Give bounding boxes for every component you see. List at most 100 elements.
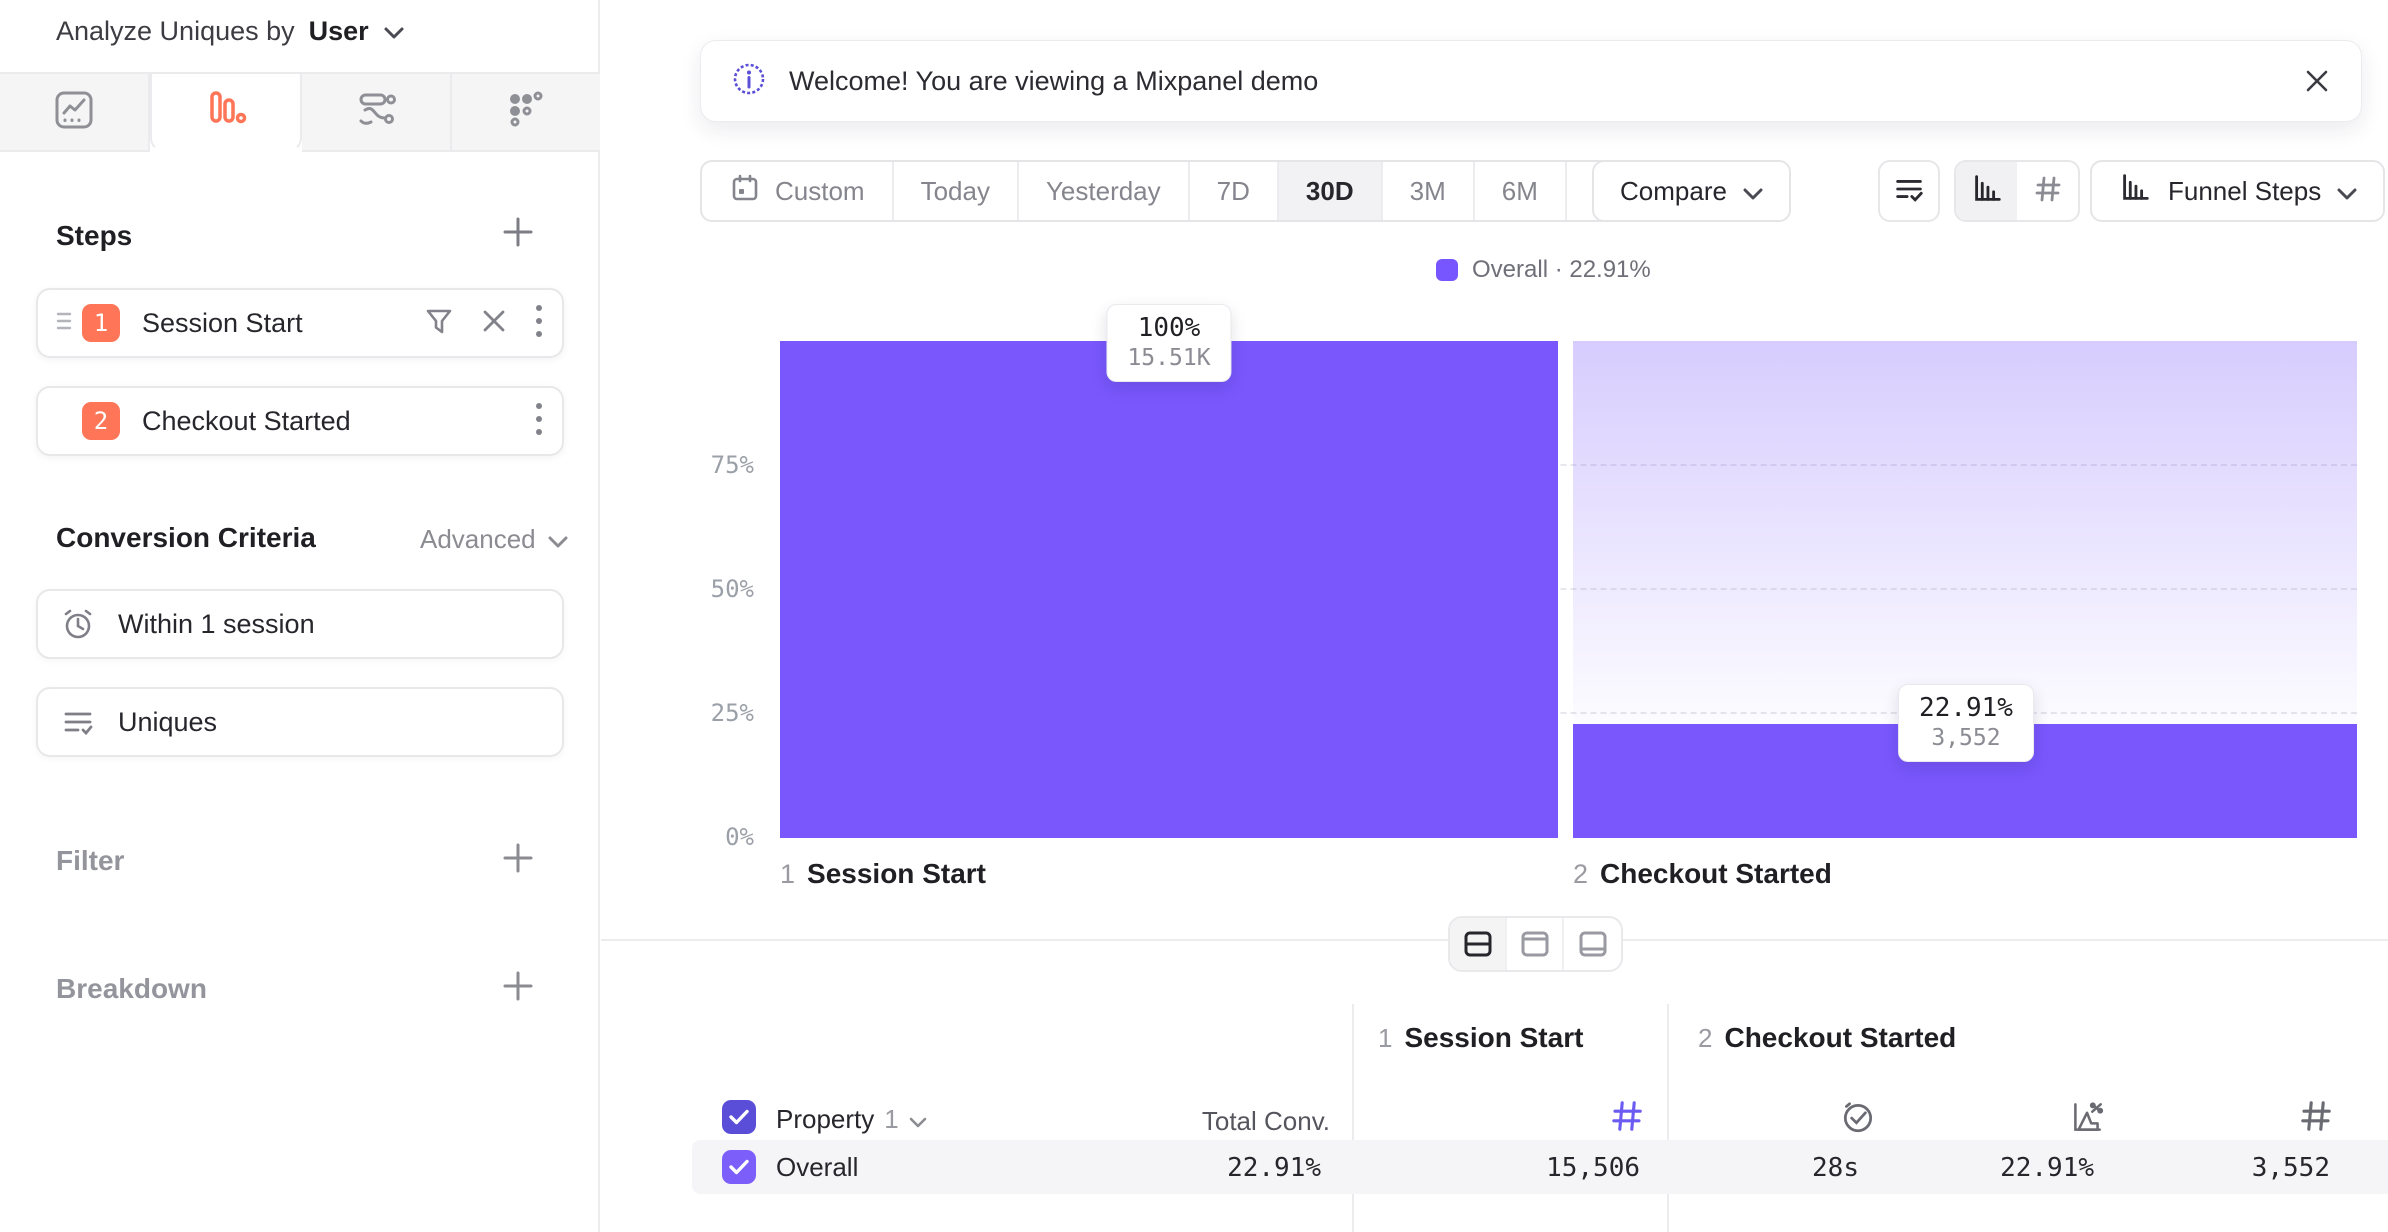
funnel-chart-icon [2118,171,2152,212]
uniques-metric-button[interactable] [1878,160,1940,222]
layout-chart-view[interactable] [1507,918,1564,970]
step-event-name[interactable]: Session Start [142,308,424,339]
y-axis-tick: 25% [694,699,754,727]
list-check-icon [60,704,96,740]
funnel-tooltip-step1: 100% 15.51K [1106,304,1231,382]
toggle-bar-chart[interactable] [1956,162,2017,220]
add-breakdown-button[interactable] [498,966,538,1006]
y-axis-tick: 50% [694,575,754,603]
step-card-2[interactable]: 2 Checkout Started [36,386,564,456]
report-type-tabs [0,72,600,152]
step-name: Checkout Started [1600,858,1832,890]
chevron-down-icon [2337,176,2357,207]
row-checkbox[interactable] [722,1150,756,1184]
table-column-divider [1352,1004,1354,1232]
step-more-options-icon[interactable] [534,401,544,442]
view-label: Funnel Steps [2168,176,2321,207]
tab-flows[interactable] [302,74,452,152]
info-icon [731,61,767,102]
analyze-label: Analyze Uniques by [56,16,295,47]
y-axis-tick: 0% [694,823,754,851]
advanced-dropdown[interactable]: Advanced [420,524,568,555]
chevron-down-icon[interactable] [383,16,405,47]
date-range-7d[interactable]: 7D [1190,162,1279,220]
date-range-label: 6M [1502,176,1538,207]
date-range-label: 30D [1306,176,1354,207]
date-range-6m[interactable]: 6M [1475,162,1567,220]
tab-insights[interactable] [0,74,150,152]
row-label: Overall [776,1152,858,1183]
compare-button[interactable]: Compare [1592,160,1791,222]
step-index: 2 [1573,859,1588,890]
layout-table-view[interactable] [1564,918,1621,970]
group-step-index: 1 [1378,1023,1392,1054]
group-step-name: Session Start [1404,1022,1583,1054]
tooltip-percent: 100% [1127,313,1210,343]
funnel-bar-session-start[interactable] [780,341,1558,838]
cell-total-conv: 22.91% [1227,1153,1321,1183]
tab-funnels[interactable] [150,74,302,152]
table-column-divider [1667,1004,1669,1232]
hash-icon [2033,174,2063,209]
step-card-1[interactable]: 1 Session Start [36,288,564,358]
funnel-steps-view-dropdown[interactable]: Funnel Steps [2090,160,2385,222]
add-filter-button[interactable] [498,838,538,878]
cell-checkout-conv: 22.91% [2000,1153,2094,1183]
funnel-lost-users-area [1573,341,2357,724]
value-format-toggle [1954,160,2080,222]
remove-step-icon[interactable] [480,307,508,340]
panel-layout-toggle [1448,916,1623,972]
total-conv-column-header: Total Conv. [1202,1106,1330,1137]
property-index: 1 [884,1104,898,1135]
flows-icon [353,87,399,138]
compare-label: Compare [1620,176,1727,207]
step-event-name[interactable]: Checkout Started [142,406,534,437]
banner-message: Welcome! You are viewing a Mixpanel demo [789,66,2281,97]
analyze-value-dropdown[interactable]: User [309,16,369,47]
layout-split-view[interactable] [1450,918,1507,970]
chart-legend[interactable]: Overall · 22.91% [1436,256,1651,284]
toggle-number[interactable] [2017,162,2078,220]
advanced-label: Advanced [420,524,536,555]
funnel-tooltip-step2: 22.91% 3,552 [1898,684,2034,762]
step-more-options-icon[interactable] [534,303,544,344]
table-row-overall[interactable] [692,1140,2388,1194]
date-range-label: 7D [1217,176,1250,207]
conversion-window-card[interactable]: Within 1 session [36,589,564,659]
close-icon[interactable] [2303,67,2331,95]
x-axis-label-step1: 1 Session Start [780,858,986,890]
property-column-header[interactable]: Property 1 [776,1104,927,1135]
insights-icon [51,87,97,138]
steps-heading: Steps [56,220,132,252]
chevron-down-icon [548,524,568,555]
filter-step-icon[interactable] [424,306,454,341]
legend-swatch [1436,259,1458,281]
chevron-down-icon [909,1104,927,1135]
date-range-control: Custom Today Yesterday 7D 30D 3M 6M 12M [700,160,1673,222]
date-range-yesterday[interactable]: Yesterday [1019,162,1190,220]
count-metric-icon[interactable] [1609,1098,1645,1139]
tooltip-count: 3,552 [1919,725,2013,751]
tab-retention[interactable] [452,74,600,152]
date-range-label: Today [921,176,990,207]
date-range-label: Yesterday [1046,176,1161,207]
date-range-3m[interactable]: 3M [1383,162,1475,220]
group-step-name: Checkout Started [1724,1022,1956,1054]
select-all-checkbox[interactable] [722,1100,756,1134]
welcome-banner: Welcome! You are viewing a Mixpanel demo [700,40,2362,122]
drag-handle-icon[interactable] [56,311,74,336]
counting-method-card[interactable]: Uniques [36,687,564,757]
list-check-icon [1892,172,1926,211]
step-index: 1 [780,859,795,890]
date-range-today[interactable]: Today [894,162,1019,220]
tooltip-percent: 22.91% [1919,693,2013,723]
funnels-icon [203,87,249,138]
add-step-button[interactable] [498,212,538,252]
avg-time-to-convert-icon[interactable] [1839,1098,1877,1141]
date-range-30d[interactable]: 30D [1279,162,1383,220]
breakdown-heading: Breakdown [56,973,207,1005]
conversion-rate-chart-icon[interactable] [2068,1098,2106,1141]
date-range-custom[interactable]: Custom [702,162,894,220]
analyze-uniques-row: Analyze Uniques by User [56,16,405,47]
count-metric-icon[interactable] [2298,1098,2334,1139]
